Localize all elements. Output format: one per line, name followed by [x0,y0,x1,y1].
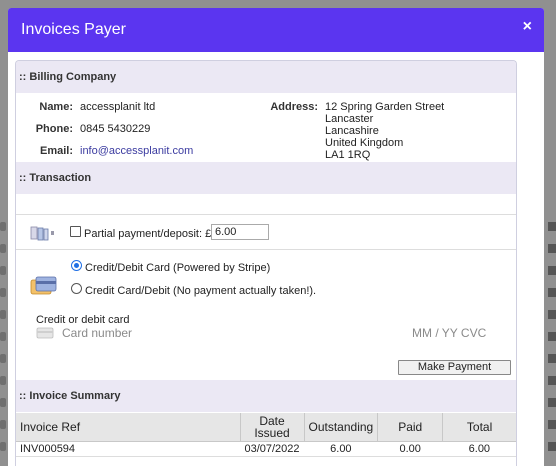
bg-strip [0,288,6,297]
bg-strip [0,398,6,407]
invoice-summary-header: :: Invoice Summary [16,380,516,412]
address-line: 12 Spring Garden Street [325,101,445,113]
outstanding-cell: 6.00 [304,441,378,457]
card-label: Credit or debit card [36,314,130,326]
bg-strip [548,332,556,341]
col-outstanding[interactable]: Outstanding [303,413,379,442]
table-row: INV000594 03/07/2022 6.00 0.00 6.00 [16,441,516,457]
dialog-header: Invoices Payer × [8,8,544,52]
partial-payment-input[interactable] [211,224,269,240]
close-icon[interactable]: × [523,17,532,37]
bg-strip [548,398,556,407]
cards-icon [30,226,54,241]
bg-strip [0,354,6,363]
bg-strip [548,310,556,319]
credit-card-icon [30,276,57,295]
bg-strip [0,310,6,319]
col-invoice-ref[interactable]: Invoice Ref [16,413,241,442]
partial-payment-checkbox[interactable] [70,226,81,237]
bg-strip [0,332,6,341]
col-total[interactable]: Total [442,413,516,442]
invoice-ref-cell: INV000594 [16,441,240,457]
make-payment-button[interactable]: Make Payment [398,360,511,375]
transaction-header: :: Transaction [16,162,516,194]
col-paid[interactable]: Paid [377,413,444,442]
address-block: 12 Spring Garden Street Lancaster Lancas… [325,101,444,161]
paid-cell: 0.00 [377,441,443,457]
divider [16,214,516,215]
bg-strip [548,222,556,231]
bg-strip [548,288,556,297]
stripe-payment-radio[interactable] [71,260,82,271]
total-cell: 6.00 [442,441,516,457]
bg-strip [0,266,6,275]
table-header-row: Invoice Ref Date Issued Outstanding Paid… [16,413,516,442]
invoices-payer-dialog: Invoices Payer × :: Billing Company Name… [8,8,544,466]
date-issued-cell: 03/07/2022 [240,441,304,457]
address-line: United Kingdom [325,137,404,149]
billing-company-header: :: Billing Company [16,61,516,93]
address-line: LA1 1RQ [325,149,371,161]
bg-strip [0,222,6,231]
bg-strip [548,376,556,385]
email-label: Email: [39,145,73,157]
invoice-table: Invoice Ref Date Issued Outstanding Paid… [16,413,516,457]
address-line: Lancaster [325,113,374,125]
bg-strip [0,376,6,385]
email-link[interactable]: info@accessplanit.com [80,145,193,157]
bg-strip [548,354,556,363]
bg-strip [548,442,556,451]
bg-strip [548,244,556,253]
address-line: Lancashire [325,125,379,137]
bg-strip [0,420,6,429]
address-label: Address: [270,101,318,113]
name-label: Name: [39,101,73,113]
divider [16,249,516,250]
bg-strip [548,266,556,275]
bg-strip [0,442,6,451]
partial-payment-label: Partial payment/deposit: £ [84,228,212,240]
dialog-title: Invoices Payer [21,21,126,38]
name-value: accessplanit ltd [80,101,156,113]
bg-strip [548,420,556,429]
card-number-icon [36,327,54,339]
bg-strip [0,244,6,253]
col-date-issued[interactable]: Date Issued [239,413,305,442]
card-expiry-cvc-input[interactable]: MM / YY CVC [412,326,486,340]
no-payment-label: Credit Card/Debit (No payment actually t… [85,285,317,297]
no-payment-radio[interactable] [71,283,82,294]
stripe-payment-label: Credit/Debit Card (Powered by Stripe) [85,262,271,274]
phone-label: Phone: [35,123,73,135]
phone-value: 0845 5430229 [80,123,151,135]
card-number-input[interactable]: Card number [62,326,132,340]
invoice-panel: :: Billing Company Name: accessplanit lt… [15,60,517,466]
